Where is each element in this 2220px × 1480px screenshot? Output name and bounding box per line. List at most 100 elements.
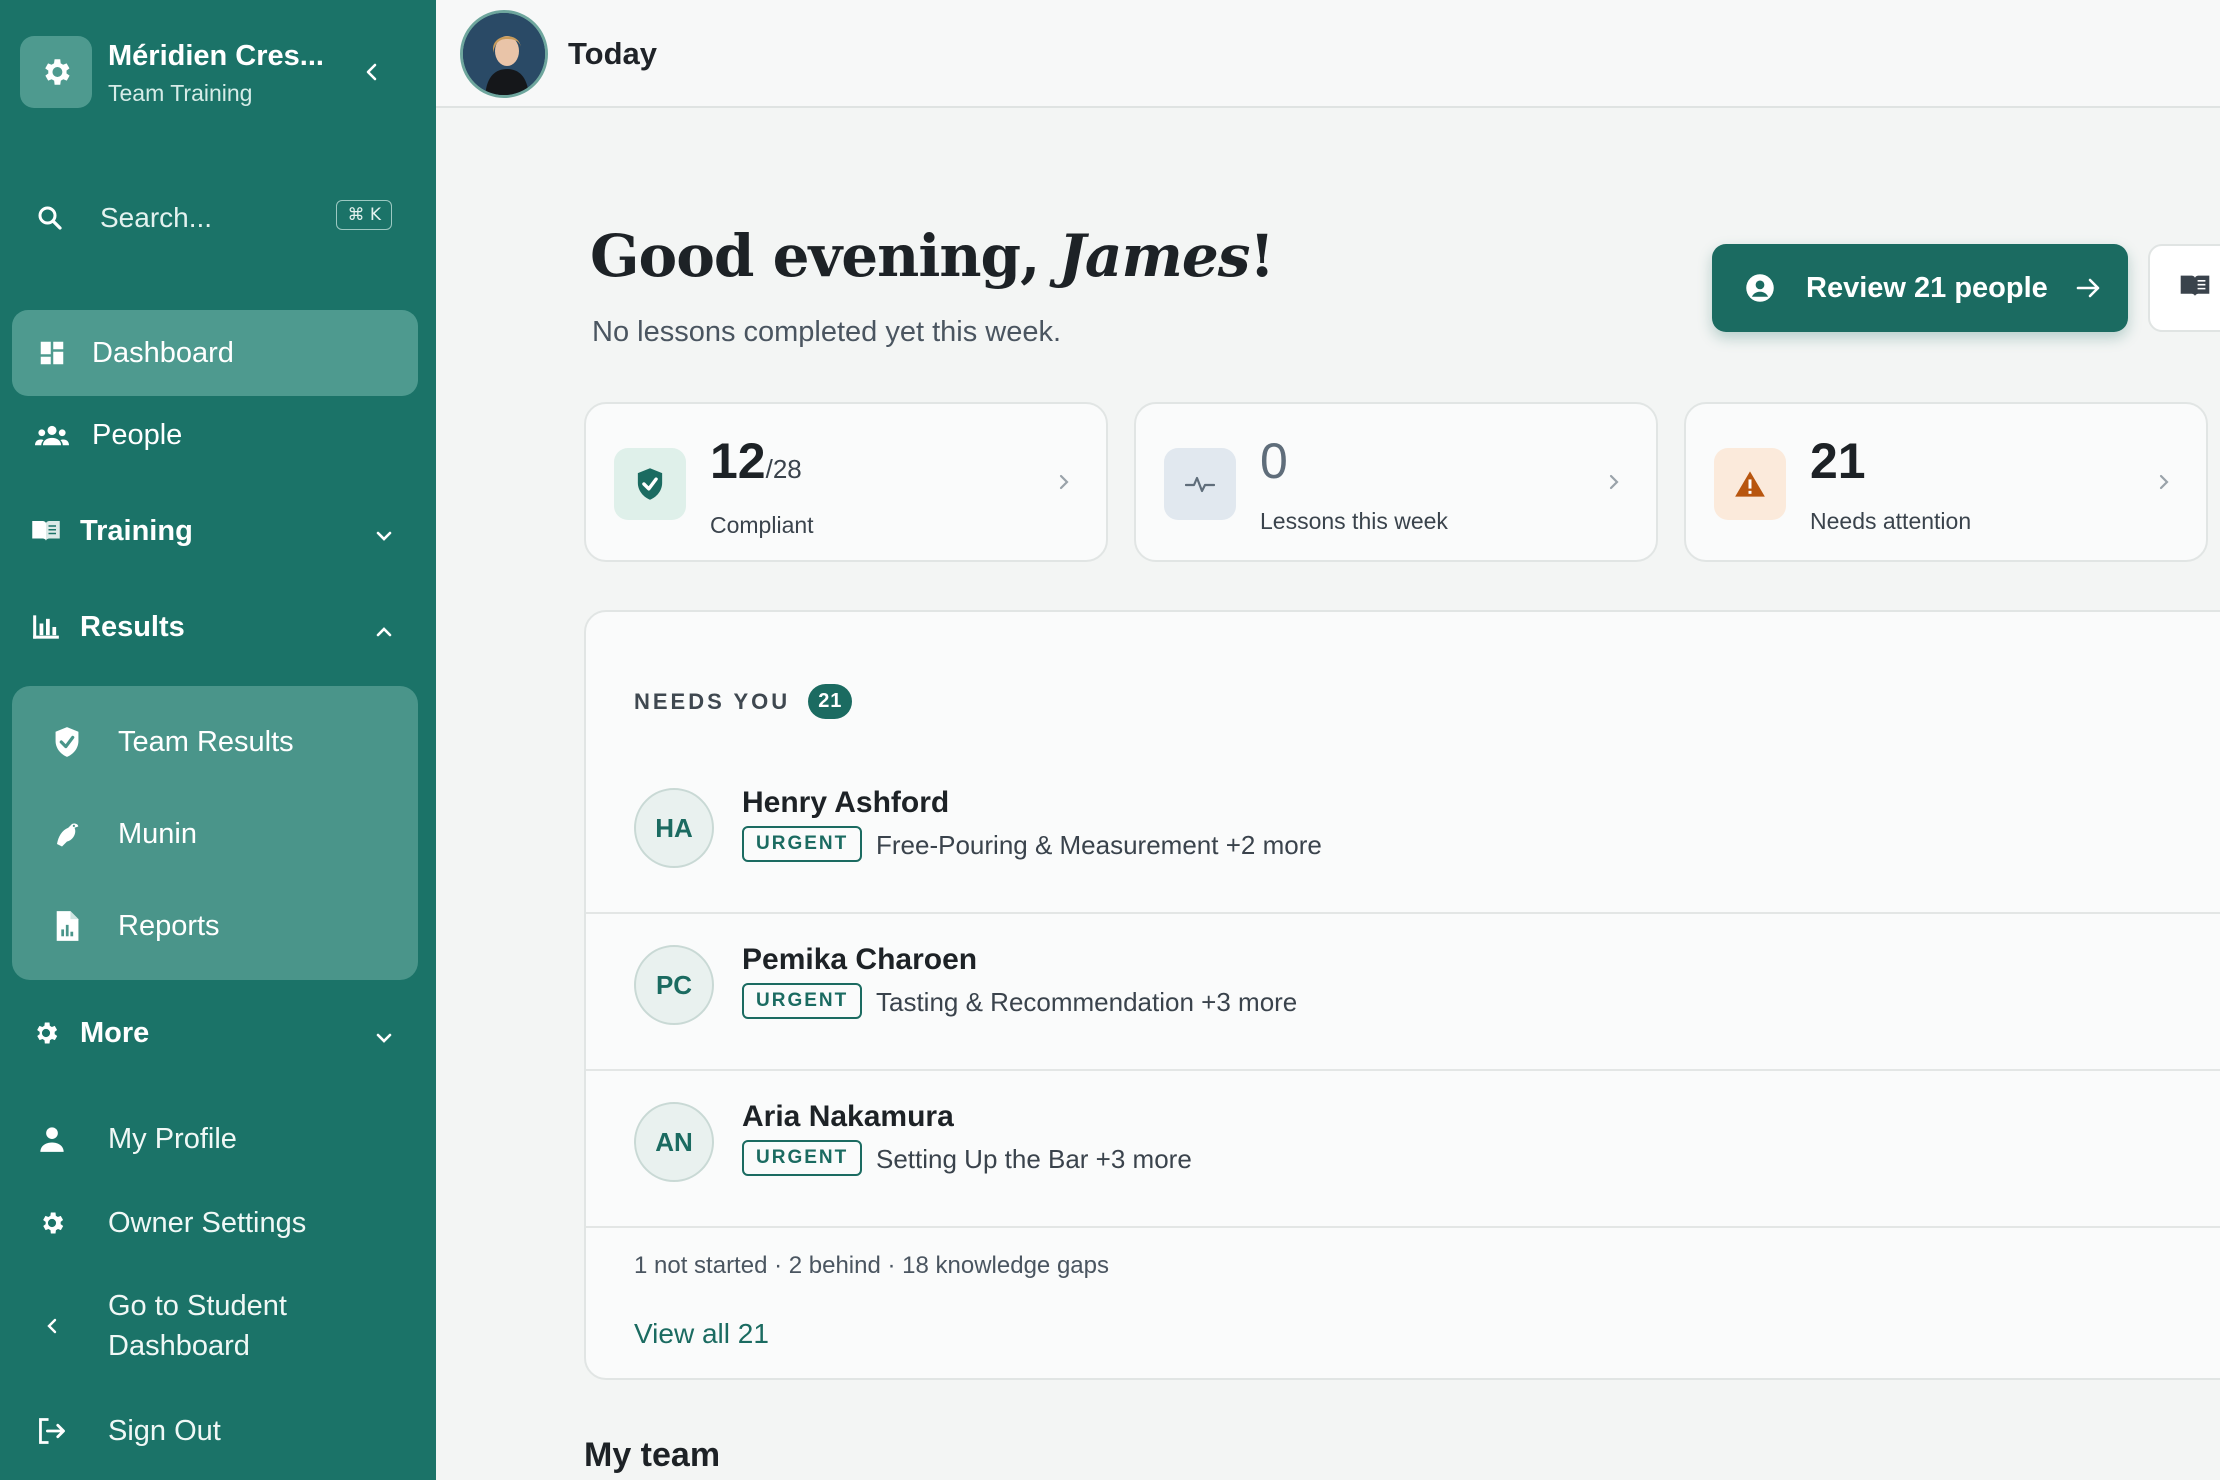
sidebar: Méridien Cres... Team Training Search...… [0,0,436,1480]
sidebar-item-label-line2: Dashboard [108,1330,250,1362]
sign-out-icon [22,1417,82,1445]
sidebar-item-my-profile[interactable]: My Profile [22,1118,418,1160]
book-icon [2178,273,2212,304]
user-circle-icon [1744,273,1776,303]
search-placeholder: Search... [100,202,213,233]
gear-icon [20,36,92,108]
needs-summary: 1 not started · 2 behind · 18 knowledge … [634,1252,1109,1279]
stat-value: 21 [1810,433,1866,489]
sidebar-section-label: Results [80,610,185,643]
org-name: Méridien Cres... [108,40,324,72]
chevron-up-icon [374,614,394,647]
sidebar-item-label: Reports [118,909,220,942]
gear-icon [12,1019,80,1047]
review-people-button[interactable]: Review 21 people [1712,244,2128,332]
sidebar-section-label: Training [80,514,193,547]
sidebar-search[interactable]: Search... ⌘ K [20,186,416,250]
greeting-heading: Good evening, James! [590,222,1275,290]
avatar: PC [634,945,714,1025]
org-switcher[interactable]: Méridien Cres... Team Training [20,36,416,112]
greeting-name: James [1058,222,1250,290]
book-icon [12,518,80,544]
sidebar-section-results[interactable]: Results [12,584,418,670]
person-detail: Setting Up the Bar +3 more [876,1144,1192,1174]
sidebar-item-label: Sign Out [108,1415,221,1447]
chevron-right-icon [2158,472,2170,497]
sidebar-item-label-line1: Go to Student [108,1290,287,1322]
status-badge: URGENT [742,826,863,862]
sidebar-item-label: My Profile [108,1123,237,1155]
person-row[interactable]: HA Henry Ashford URGENT Free-Pouring & M… [586,758,2220,914]
status-badge: URGENT [742,1140,863,1176]
needs-you-card: NEEDS YOU 21 HA Henry Ashford URGENT Fre… [584,610,2220,1380]
stat-card-lessons[interactable]: 0 Lessons this week [1134,402,1658,562]
shield-check-icon [614,448,686,520]
people-icon [12,421,92,449]
sidebar-item-label: Munin [118,817,197,850]
avatar: AN [634,1102,714,1182]
person-icon [22,1125,82,1153]
results-submenu: Team Results Munin Reports [12,686,418,980]
gear-icon [22,1209,82,1237]
dashboard-icon [12,338,92,368]
count-badge: 21 [808,684,853,719]
sidebar-item-label: Owner Settings [108,1207,307,1239]
activity-icon [1164,448,1236,520]
sidebar-item-munin[interactable]: Munin [42,794,402,874]
person-row[interactable]: PC Pemika Charoen URGENT Tasting & Recom… [586,915,2220,1071]
sidebar-item-student-dashboard[interactable]: Go to Student Dashboard [22,1286,418,1366]
warning-icon [1714,448,1786,520]
sidebar-item-label: Team Results [118,725,294,758]
chevron-down-icon [374,518,394,551]
stat-total: /28 [765,454,802,484]
greeting-prefix: Good evening, [590,222,1059,290]
sidebar-item-team-results[interactable]: Team Results [42,702,402,782]
stat-label: Needs attention [1810,508,1972,534]
sidebar-item-label: People [92,418,183,451]
report-file-icon [42,910,92,942]
avatar: HA [634,788,714,868]
sidebar-item-label: Dashboard [92,336,234,369]
sidebar-section-label: More [80,1016,150,1049]
sidebar-section-training[interactable]: Training [12,488,418,574]
view-all-link[interactable]: View all 21 [634,1318,769,1350]
person-name: Henry Ashford [742,786,950,819]
sidebar-item-people[interactable]: People [12,392,418,478]
greeting-subtitle: No lessons completed yet this week. [592,316,1062,348]
stat-label: Compliant [710,512,814,538]
chevron-right-icon [1058,472,1070,497]
sidebar-section-more[interactable]: More [12,990,418,1076]
greeting-suffix: ! [1249,222,1274,290]
stat-card-needs-attention[interactable]: 21 Needs attention [1684,402,2208,562]
top-bar: Today [436,0,2220,108]
needs-you-header: NEEDS YOU 21 [634,684,853,719]
chevron-right-icon [1608,472,1620,497]
search-shortcut-badge: ⌘ K [336,200,392,230]
bar-chart-icon [12,614,80,640]
my-team-heading: My team [584,1436,721,1474]
person-detail: Tasting & Recommendation +3 more [876,987,1298,1017]
collapse-sidebar-icon[interactable] [358,58,386,86]
chevron-down-icon [374,1020,394,1053]
sidebar-item-sign-out[interactable]: Sign Out [22,1410,418,1452]
review-button-label: Review 21 people [1806,271,2048,304]
person-row[interactable]: AN Aria Nakamura URGENT Setting Up the B… [586,1072,2220,1228]
arrow-right-icon [2076,277,2102,299]
stat-value: 12 [710,433,766,489]
stat-value: 0 [1260,433,1288,489]
page-title: Today [568,36,657,71]
sidebar-item-owner-settings[interactable]: Owner Settings [22,1202,418,1244]
status-badge: URGENT [742,983,863,1019]
raven-icon [42,819,92,849]
sidebar-item-dashboard[interactable]: Dashboard [12,310,418,396]
user-avatar[interactable] [460,10,548,98]
section-title: NEEDS YOU [634,688,791,714]
sidebar-item-reports[interactable]: Reports [42,886,402,966]
person-name: Pemika Charoen [742,943,978,976]
shield-check-icon [42,726,92,758]
stat-card-compliant[interactable]: 12/28 Compliant [584,402,1108,562]
chevron-left-icon [22,1316,82,1336]
person-detail: Free-Pouring & Measurement +2 more [876,830,1322,860]
library-button[interactable] [2148,244,2220,332]
person-name: Aria Nakamura [742,1100,954,1133]
